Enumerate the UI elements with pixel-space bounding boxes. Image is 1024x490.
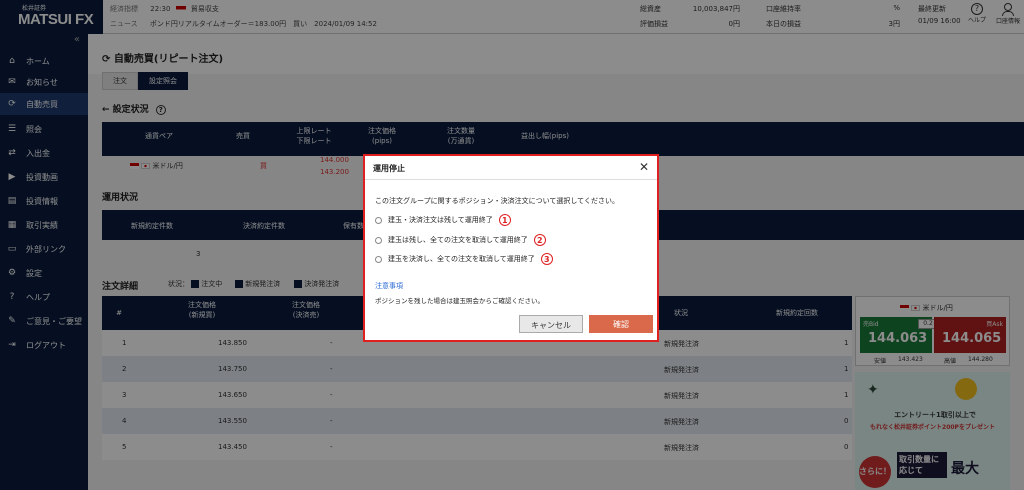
option-number-badge: 1 (498, 214, 511, 226)
confirm-button[interactable]: 確認 (589, 315, 653, 333)
cancel-button[interactable]: キャンセル (519, 315, 583, 333)
radio-icon[interactable] (375, 255, 382, 263)
option-label: 建玉を決済し、全ての注文を取消して運用終了 (388, 255, 535, 263)
option-keep-positions-cancel-orders[interactable]: 建玉は残し、全ての注文を取消して運用終了 2 (375, 234, 546, 246)
option-keep-positions-and-orders[interactable]: 建玉・決済注文は残して運用終了 1 (375, 214, 511, 226)
dialog-header: 運用停止 ✕ (365, 156, 657, 180)
note-title: 注意事項 (375, 282, 403, 290)
option-label: 建玉は残し、全ての注文を取消して運用終了 (388, 236, 528, 244)
option-close-positions-cancel-orders[interactable]: 建玉を決済し、全ての注文を取消して運用終了 3 (375, 253, 553, 265)
radio-icon[interactable] (375, 236, 382, 244)
note-text: ポジションを残した場合は建玉照会からご確認ください。 (375, 297, 544, 305)
dialog-title: 運用停止 (373, 164, 405, 173)
dialog-message: この注文グループに関するポジション・決済注文について選択してください。 (375, 197, 619, 205)
option-label: 建玉・決済注文は残して運用終了 (388, 216, 493, 224)
option-number-badge: 3 (540, 253, 553, 265)
close-icon[interactable]: ✕ (639, 160, 649, 174)
radio-icon[interactable] (375, 216, 382, 224)
option-number-badge: 2 (533, 234, 546, 246)
stop-operation-dialog: 運用停止 ✕ この注文グループに関するポジション・決済注文について選択してくださ… (363, 154, 659, 342)
